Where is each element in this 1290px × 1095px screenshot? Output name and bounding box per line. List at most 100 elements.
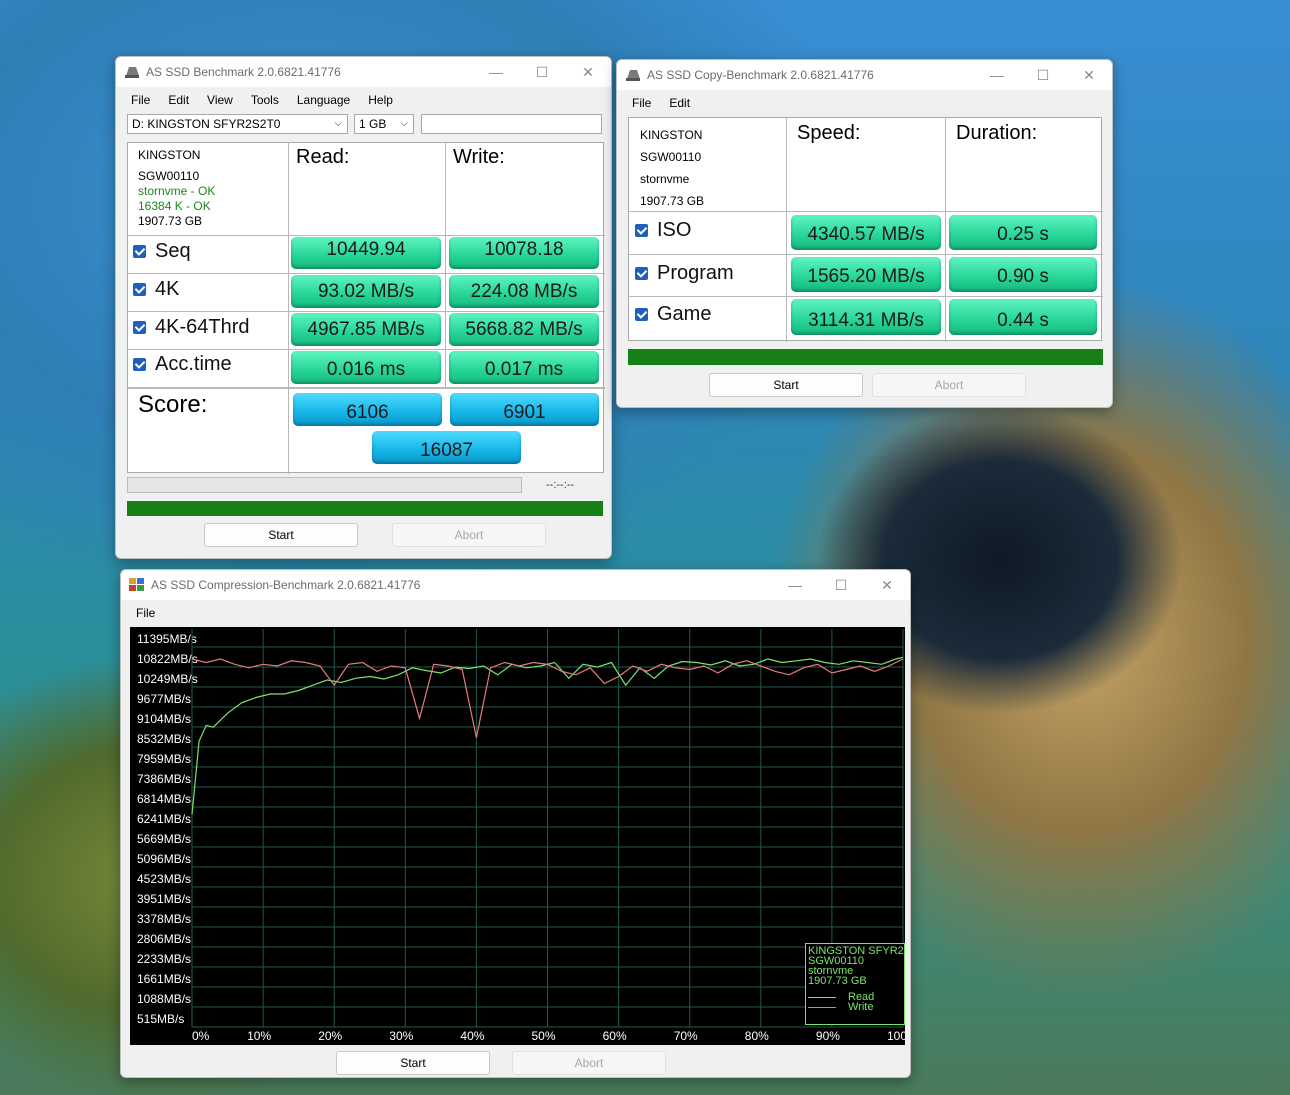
benchmark-titlebar[interactable]: AS SSD Benchmark 2.0.6821.41776 — ☐ ✕ [116, 57, 611, 87]
maximize-icon[interactable]: ☐ [818, 577, 864, 594]
checkbox-icon[interactable] [133, 245, 146, 258]
minimize-icon[interactable]: — [473, 64, 519, 80]
start-button[interactable]: Start [709, 373, 863, 397]
compression-chart: 11395MB/s 10822MB/s 10249MB/s 9677MB/s 9104M… [130, 627, 910, 1045]
row-program-label[interactable]: Program [635, 262, 734, 285]
4k64-read-value: 4967.85 MB/s [291, 313, 441, 346]
x-tick-label: 100% [887, 1029, 905, 1043]
start-button[interactable]: Start [204, 523, 358, 547]
row-seq-label[interactable]: Seq [133, 240, 191, 263]
checkbox-icon[interactable] [133, 358, 146, 371]
menu-edit[interactable]: Edit [660, 96, 699, 110]
row-game-label[interactable]: Game [635, 303, 711, 326]
y-tick-label: 11395MB/s [137, 632, 197, 646]
row-iso-label[interactable]: ISO [635, 219, 691, 242]
x-tick-label: 50% [532, 1029, 556, 1043]
checkbox-icon[interactable] [133, 283, 146, 296]
acc-read-value: 0.016 ms [291, 351, 441, 384]
menu-file[interactable]: File [623, 96, 660, 110]
chevron-down-icon: ⌵ [334, 118, 342, 129]
score-total: 16087 [372, 431, 521, 464]
drive-select[interactable]: D: KINGSTON SFYR2S2T0 ⌵ [127, 114, 348, 134]
drive-info: KINGSTON SGW00110 stornvme 1907.73 GB [640, 124, 704, 212]
drive-info: KINGSTON SGW00110 stornvme - OK 16384 K … [138, 148, 215, 229]
minimize-icon[interactable]: — [974, 67, 1020, 83]
size-select-value: 1 GB [359, 117, 387, 131]
chevron-down-icon: ⌵ [400, 118, 408, 129]
legend-capacity: 1907.73 GB [808, 975, 867, 987]
x-tick-label: 90% [816, 1029, 840, 1043]
checkbox-icon[interactable] [133, 321, 146, 334]
copy-results-table: KINGSTON SGW00110 stornvme 1907.73 GB Sp… [628, 117, 1103, 342]
game-speed: 3114.31 MB/s [791, 299, 941, 335]
iso-speed: 4340.57 MB/s [791, 215, 941, 250]
seq-read-value: 10449.94 [291, 237, 441, 269]
abort-button[interactable]: Abort [512, 1051, 666, 1075]
y-tick-label: 10822MB/s [137, 652, 198, 666]
start-button[interactable]: Start [336, 1051, 490, 1075]
speed-header: Speed: [797, 122, 861, 144]
row-acctime-label[interactable]: Acc.time [133, 353, 232, 376]
menu-tools[interactable]: Tools [242, 93, 288, 107]
drive-capacity: 1907.73 GB [640, 194, 705, 208]
drive-driver: stornvme [640, 172, 690, 186]
y-tick-label: 7959MB/s [137, 752, 191, 766]
compression-titlebar[interactable]: AS SSD Compression-Benchmark 2.0.6821.41… [121, 570, 910, 600]
x-tick-label: 30% [389, 1029, 413, 1043]
menu-edit[interactable]: Edit [159, 93, 198, 107]
disk-app-icon [124, 65, 140, 79]
menu-file[interactable]: File [127, 606, 164, 620]
maximize-icon[interactable]: ☐ [1020, 67, 1066, 84]
checkbox-icon[interactable] [635, 308, 648, 321]
extra-field[interactable] [421, 114, 602, 134]
drive-alignment: 16384 K - OK [138, 199, 211, 213]
copy-titlebar[interactable]: AS SSD Copy-Benchmark 2.0.6821.41776 — ☐… [617, 60, 1112, 90]
4k-read-value: 93.02 MB/s [291, 275, 441, 308]
acc-write-value: 0.017 ms [449, 351, 599, 384]
program-duration: 0.90 s [949, 257, 1097, 292]
y-tick-label: 5669MB/s [137, 832, 191, 846]
close-icon[interactable]: ✕ [864, 577, 910, 594]
close-icon[interactable]: ✕ [565, 64, 611, 81]
y-tick-label: 2233MB/s [137, 952, 191, 966]
y-tick-label: 9677MB/s [137, 692, 191, 706]
minimize-icon[interactable]: — [772, 577, 818, 593]
app-grid-icon [129, 578, 145, 592]
score-read: 6106 [293, 393, 442, 426]
menu-view[interactable]: View [198, 93, 242, 107]
checkbox-icon[interactable] [635, 224, 648, 237]
x-tick-label: 70% [674, 1029, 698, 1043]
menu-help[interactable]: Help [359, 93, 402, 107]
y-tick-label: 515MB/s [137, 1012, 184, 1026]
checkbox-icon[interactable] [635, 267, 648, 280]
x-tick-label: 10% [247, 1029, 271, 1043]
row-4k64-label[interactable]: 4K-64Thrd [133, 316, 250, 339]
window-title: AS SSD Copy-Benchmark 2.0.6821.41776 [647, 68, 874, 82]
y-tick-label: 7386MB/s [137, 772, 191, 786]
x-tick-label: 60% [603, 1029, 627, 1043]
score-write: 6901 [450, 393, 599, 426]
window-title: AS SSD Benchmark 2.0.6821.41776 [146, 65, 341, 79]
read-line-swatch [808, 996, 836, 998]
row-4k-label[interactable]: 4K [133, 278, 179, 301]
close-icon[interactable]: ✕ [1066, 67, 1112, 84]
drive-firmware: SGW00110 [138, 169, 200, 183]
y-tick-label: 3378MB/s [137, 912, 191, 926]
y-tick-label: 10249MB/s [137, 672, 198, 686]
size-select[interactable]: 1 GB ⌵ [354, 114, 414, 134]
drive-firmware: SGW00110 [640, 150, 702, 164]
y-tick-label: 1088MB/s [137, 992, 191, 1006]
write-header: Write: [453, 146, 505, 168]
menu-file[interactable]: File [122, 93, 159, 107]
abort-button[interactable]: Abort [392, 523, 546, 547]
compression-chart-svg: 11395MB/s 10822MB/s 10249MB/s 9677MB/s 9104M… [137, 629, 910, 1043]
abort-button[interactable]: Abort [872, 373, 1026, 397]
drive-model: KINGSTON [640, 128, 703, 142]
menu-language[interactable]: Language [288, 93, 359, 107]
y-tick-label: 1661MB/s [137, 972, 191, 986]
maximize-icon[interactable]: ☐ [519, 64, 565, 81]
y-tick-label: 9104MB/s [137, 712, 191, 726]
4k64-write-value: 5668.82 MB/s [449, 313, 599, 346]
game-duration: 0.44 s [949, 299, 1097, 335]
drive-driver: stornvme - OK [138, 184, 216, 198]
